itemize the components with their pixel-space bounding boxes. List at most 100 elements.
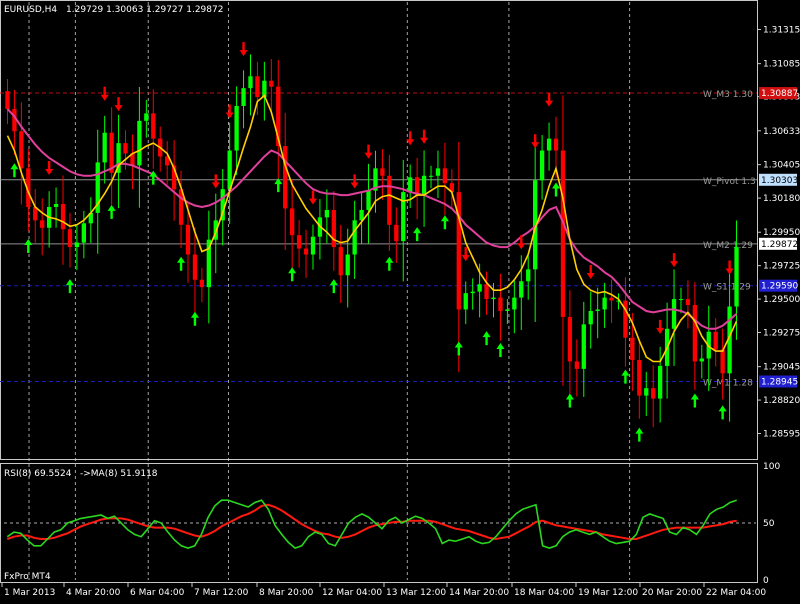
bear-candle — [630, 337, 635, 360]
bear-candle — [380, 168, 385, 176]
bull-candle — [539, 150, 545, 181]
bull-candle — [144, 113, 149, 121]
price-tick-label: 1.30405 — [763, 161, 800, 171]
bear-candle — [40, 220, 45, 228]
price-tick-label: 1.30180 — [763, 194, 800, 204]
bear-candle — [67, 229, 73, 248]
level-line-label: W_M1 1.28 — [703, 379, 753, 389]
bull-candle — [595, 309, 600, 311]
bull-candle — [137, 120, 142, 166]
level-line-label: W_Pivot 1.3 — [703, 177, 756, 187]
bear-candle — [498, 297, 503, 311]
bear-candle — [5, 91, 10, 109]
rsi-label: RSI(8) 69.5524 — [4, 469, 72, 479]
time-tick-label: 20 Mar 20:00 — [642, 588, 702, 598]
bull-candle — [310, 236, 316, 255]
bull-candle — [470, 291, 475, 294]
bear-candle — [442, 168, 448, 184]
bull-candle — [227, 150, 232, 190]
bear-candle — [553, 138, 559, 151]
bull-candle — [671, 299, 677, 329]
price-tick-label: 1.29275 — [763, 328, 800, 338]
price-tick-label: 1.31085 — [763, 60, 800, 70]
bear-candle — [574, 361, 579, 369]
price-tick-label: 1.31315 — [763, 25, 800, 35]
bear-candle — [560, 150, 566, 317]
price-tick-label: 1.28595 — [763, 429, 800, 439]
bull-candle — [435, 168, 441, 176]
rsi-tick-label: 50 — [763, 519, 775, 529]
bull-candle — [699, 358, 704, 362]
time-tick-label: 7 Mar 12:00 — [194, 588, 249, 598]
time-tick-label: 19 Mar 12:00 — [578, 588, 638, 598]
rsi-ma-label: ->MA(8) 51.9118 — [80, 469, 158, 479]
bull-candle — [657, 365, 663, 399]
time-tick-label: 4 Mar 20:00 — [66, 588, 121, 598]
bull-candle — [248, 76, 253, 89]
bull-candle — [581, 324, 586, 369]
time-tick-label: 22 Mar 04:00 — [706, 588, 766, 598]
bull-candle — [352, 220, 357, 255]
bull-candle — [324, 209, 330, 218]
bear-candle — [713, 331, 718, 350]
time-tick-label: 8 Mar 20:00 — [259, 588, 314, 598]
bear-candle — [255, 76, 260, 98]
bear-candle — [123, 143, 128, 154]
time-tick-label: 1 Mar 2013 — [4, 588, 55, 598]
bull-candle — [345, 254, 350, 276]
bear-candle — [609, 297, 614, 301]
level-line-label: W_M2 1.29 — [703, 241, 753, 251]
bull-candle — [421, 175, 427, 196]
bull-candle — [463, 293, 468, 310]
bear-candle — [60, 204, 66, 230]
header-symbol: EURUSD,H4 — [4, 5, 57, 15]
level-price-tag-label: 1.30887 — [761, 89, 798, 99]
bear-candle — [303, 248, 309, 255]
level-price-tag-label: 1.30303 — [761, 176, 798, 186]
time-tick-label: 18 Mar 04:00 — [514, 588, 574, 598]
time-tick-label: 6 Mar 04:00 — [130, 588, 185, 598]
bear-candle — [185, 224, 191, 255]
bear-candle — [720, 349, 725, 374]
bear-candle — [651, 388, 656, 399]
bull-candle — [401, 192, 406, 242]
bull-candle — [241, 88, 246, 106]
bear-candle — [692, 305, 698, 362]
bear-candle — [484, 284, 489, 300]
price-tick-label: 1.29045 — [763, 363, 800, 373]
bull-candle — [102, 132, 107, 163]
bull-candle — [234, 105, 239, 151]
bull-candle — [678, 299, 684, 301]
bull-candle — [366, 190, 371, 210]
bear-candle — [151, 113, 156, 139]
bear-candle — [567, 316, 573, 362]
bull-candle — [81, 223, 87, 243]
price-tick-label: 1.29950 — [763, 228, 800, 238]
bear-candle — [685, 299, 691, 306]
rsi-tick-label: 100 — [763, 462, 780, 472]
bull-candle — [602, 297, 607, 310]
level-line-label: W_M3 1.30 — [703, 90, 753, 100]
bull-candle — [428, 175, 434, 177]
bull-candle — [408, 177, 413, 193]
bear-candle — [19, 131, 24, 169]
time-tick-label: 13 Mar 12:00 — [386, 588, 446, 598]
bull-candle — [734, 247, 739, 307]
level-price-tag-label: 1.29590 — [761, 282, 798, 292]
bull-candle — [512, 297, 517, 310]
bull-candle — [505, 309, 510, 311]
time-tick-label: 12 Mar 04:00 — [322, 588, 382, 598]
current-price-label: 1.29872 — [761, 240, 798, 250]
bull-candle — [74, 242, 80, 248]
price-tick-label: 1.29500 — [763, 295, 800, 305]
bear-candle — [637, 359, 642, 396]
bear-candle — [289, 208, 295, 236]
bear-candle — [283, 146, 288, 209]
bear-candle — [394, 224, 399, 242]
price-tick-label: 1.30633 — [763, 127, 800, 137]
broker-label: FxPro MT4 — [4, 572, 51, 582]
level-line-label: W_S1 1.29 — [703, 283, 751, 293]
price-tick-label: 1.29725 — [763, 262, 800, 272]
bull-candle — [491, 297, 496, 300]
chart-window[interactable]: W_M3 1.30 W_Pivot 1.3 W_M2 1.29 W_S1 1.29 W_… — [0, 0, 800, 600]
